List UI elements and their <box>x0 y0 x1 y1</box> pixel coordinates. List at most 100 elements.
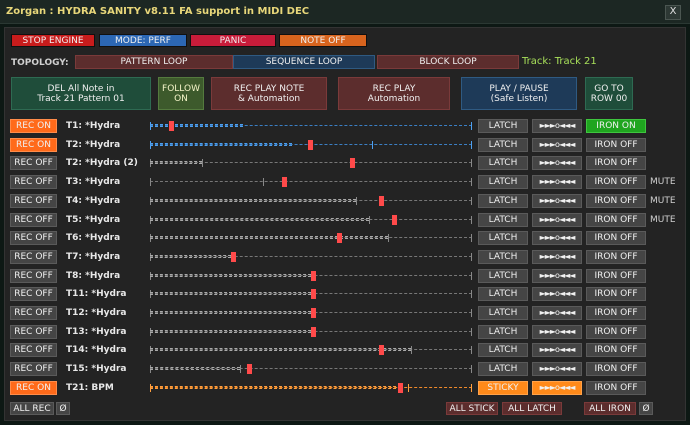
sequence-direction-button[interactable]: ►►►o◄◄◄ <box>532 156 582 170</box>
sequence-direction-button[interactable]: ►►►o◄◄◄ <box>532 306 582 320</box>
latch-button[interactable]: LATCH <box>478 343 528 357</box>
rec-play-note-automation-button[interactable]: REC PLAY NOTE & Automation <box>211 77 327 110</box>
rec-toggle-button[interactable]: REC OFF <box>10 250 57 264</box>
automation-lane[interactable] <box>150 327 472 337</box>
sequence-direction-button[interactable]: ►►►o◄◄◄ <box>532 325 582 339</box>
latch-button[interactable]: LATCH <box>478 287 528 301</box>
sequence-direction-button[interactable]: ►►►o◄◄◄ <box>532 231 582 245</box>
iron-toggle-button[interactable]: IRON OFF <box>586 194 646 208</box>
automation-lane[interactable] <box>150 196 472 206</box>
automation-marker[interactable] <box>311 289 316 299</box>
rec-toggle-button[interactable]: REC OFF <box>10 343 57 357</box>
rec-toggle-button[interactable]: REC ON <box>10 119 57 133</box>
iron-toggle-button[interactable]: IRON ON <box>586 119 646 133</box>
panic-button[interactable]: PANIC <box>190 34 276 47</box>
go-to-row-button[interactable]: GO TO ROW 00 <box>585 77 633 110</box>
rec-toggle-button[interactable]: REC OFF <box>10 194 57 208</box>
rec-toggle-button[interactable]: REC OFF <box>10 175 57 189</box>
iron-toggle-button[interactable]: IRON OFF <box>586 231 646 245</box>
automation-lane[interactable] <box>150 271 472 281</box>
iron-toggle-button[interactable]: IRON OFF <box>586 156 646 170</box>
automation-lane[interactable] <box>150 308 472 318</box>
play-pause-button[interactable]: PLAY / PAUSE (Safe Listen) <box>461 77 577 110</box>
automation-lane[interactable] <box>150 140 472 150</box>
iron-toggle-button[interactable]: IRON OFF <box>586 306 646 320</box>
latch-button[interactable]: LATCH <box>478 325 528 339</box>
iron-toggle-button[interactable]: IRON OFF <box>586 343 646 357</box>
mute-label[interactable]: MUTE <box>650 196 676 206</box>
follow-button[interactable]: FOLLOW ON <box>158 77 204 110</box>
latch-button[interactable]: LATCH <box>478 231 528 245</box>
mode-button[interactable]: MODE: PERF <box>99 34 187 47</box>
automation-lane[interactable] <box>150 177 472 187</box>
mute-label[interactable]: MUTE <box>650 215 676 225</box>
all-rec-button[interactable]: ALL REC <box>10 402 54 415</box>
latch-button[interactable]: LATCH <box>478 156 528 170</box>
block-loop-button[interactable]: BLOCK LOOP <box>377 55 519 69</box>
latch-button[interactable]: LATCH <box>478 119 528 133</box>
sequence-direction-button[interactable]: ►►►o◄◄◄ <box>532 362 582 376</box>
automation-lane[interactable] <box>150 345 472 355</box>
iron-toggle-button[interactable]: IRON OFF <box>586 250 646 264</box>
iron-toggle-button[interactable]: IRON OFF <box>586 175 646 189</box>
automation-marker[interactable] <box>311 271 316 281</box>
note-off-button[interactable]: NOTE OFF <box>279 34 367 47</box>
latch-button[interactable]: LATCH <box>478 362 528 376</box>
sequence-direction-button[interactable]: ►►►o◄◄◄ <box>532 213 582 227</box>
rec-toggle-button[interactable]: REC OFF <box>10 306 57 320</box>
latch-button[interactable]: LATCH <box>478 194 528 208</box>
all-rec-clear-button[interactable]: Ø <box>56 402 70 415</box>
sequence-direction-button[interactable]: ►►►o◄◄◄ <box>532 119 582 133</box>
close-button[interactable]: X <box>665 5 681 20</box>
iron-toggle-button[interactable]: IRON OFF <box>586 213 646 227</box>
iron-toggle-button[interactable]: IRON OFF <box>586 269 646 283</box>
rec-toggle-button[interactable]: REC ON <box>10 138 57 152</box>
stop-engine-button[interactable]: STOP ENGINE <box>11 34 95 47</box>
sequence-direction-button[interactable]: ►►►o◄◄◄ <box>532 250 582 264</box>
sticky-button[interactable]: STICKY <box>478 381 528 395</box>
mute-label[interactable]: MUTE <box>650 177 676 187</box>
sequence-direction-button[interactable]: ►►►o◄◄◄ <box>532 138 582 152</box>
sequence-direction-button[interactable]: ►►►o◄◄◄ <box>532 269 582 283</box>
automation-marker[interactable] <box>230 252 236 262</box>
all-stick-button[interactable]: ALL STICK <box>446 402 498 415</box>
rec-play-automation-button[interactable]: REC PLAY Automation <box>338 77 450 110</box>
automation-marker[interactable] <box>336 233 342 243</box>
automation-marker[interactable] <box>169 121 175 131</box>
all-latch-button[interactable]: ALL LATCH <box>502 402 562 415</box>
sequence-loop-button[interactable]: SEQUENCE LOOP <box>233 55 375 69</box>
iron-toggle-button[interactable]: IRON OFF <box>586 381 646 395</box>
rec-toggle-button[interactable]: REC OFF <box>10 325 57 339</box>
all-iron-button[interactable]: ALL IRON <box>584 402 636 415</box>
sequence-direction-button[interactable]: ►►►o◄◄◄ <box>532 343 582 357</box>
rec-toggle-button[interactable]: REC ON <box>10 381 57 395</box>
automation-marker[interactable] <box>378 345 384 355</box>
sequence-direction-button[interactable]: ►►►o◄◄◄ <box>532 175 582 189</box>
automation-lane[interactable] <box>150 215 472 225</box>
rec-toggle-button[interactable]: REC OFF <box>10 362 57 376</box>
automation-marker[interactable] <box>397 383 403 393</box>
pattern-loop-button[interactable]: PATTERN LOOP <box>75 55 233 69</box>
iron-toggle-button[interactable]: IRON OFF <box>586 362 646 376</box>
latch-button[interactable]: LATCH <box>478 138 528 152</box>
automation-lane[interactable] <box>150 121 472 131</box>
rec-toggle-button[interactable]: REC OFF <box>10 156 57 170</box>
automation-marker[interactable] <box>349 158 355 168</box>
latch-button[interactable]: LATCH <box>478 250 528 264</box>
latch-button[interactable]: LATCH <box>478 175 528 189</box>
delete-notes-button[interactable]: DEL All Note in Track 21 Pattern 01 <box>11 77 151 110</box>
latch-button[interactable]: LATCH <box>478 213 528 227</box>
automation-lane[interactable] <box>150 252 472 262</box>
automation-marker[interactable] <box>378 196 384 206</box>
all-iron-clear-button[interactable]: Ø <box>639 402 653 415</box>
rec-toggle-button[interactable]: REC OFF <box>10 213 57 227</box>
rec-toggle-button[interactable]: REC OFF <box>10 287 57 301</box>
automation-marker[interactable] <box>282 177 288 187</box>
automation-marker[interactable] <box>391 215 397 225</box>
automation-lane[interactable] <box>150 233 472 243</box>
iron-toggle-button[interactable]: IRON OFF <box>586 138 646 152</box>
automation-marker[interactable] <box>246 364 252 374</box>
iron-toggle-button[interactable]: IRON OFF <box>586 287 646 301</box>
iron-toggle-button[interactable]: IRON OFF <box>586 325 646 339</box>
automation-lane[interactable] <box>150 289 472 299</box>
